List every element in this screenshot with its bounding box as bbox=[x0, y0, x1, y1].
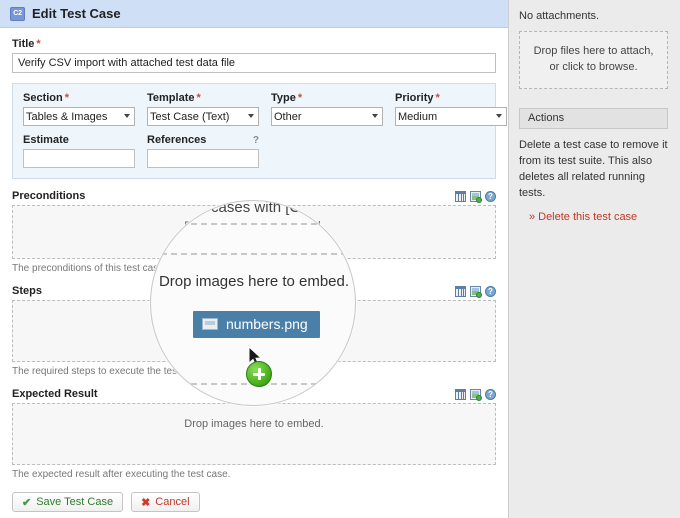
form-actions: ✔ Save Test Case ✖ Cancel bbox=[12, 492, 496, 512]
required-marker: * bbox=[36, 38, 41, 50]
references-field-group: References ? bbox=[147, 134, 259, 168]
help-icon[interactable]: ? bbox=[485, 190, 496, 202]
insert-image-icon[interactable] bbox=[470, 388, 482, 401]
attachments-dropzone[interactable]: Drop files here to attach, or click to b… bbox=[519, 31, 668, 89]
delete-test-case-label: Delete this test case bbox=[538, 210, 638, 223]
template-label-text: Template bbox=[147, 92, 195, 104]
lens-dashed-line bbox=[151, 223, 355, 225]
estimate-label: Estimate bbox=[23, 134, 69, 146]
delete-test-case-link[interactable]: » Delete this test case bbox=[529, 211, 637, 223]
chevron-right-icon: » bbox=[529, 210, 536, 223]
steps-toolbar: ? bbox=[455, 285, 496, 298]
cancel-button-label: Cancel bbox=[155, 496, 190, 508]
type-label: Type * bbox=[271, 92, 383, 104]
template-select-wrap: Test Case (Text) bbox=[147, 107, 259, 126]
references-label-text: References bbox=[147, 134, 207, 146]
expected-result-title: Expected Result bbox=[12, 388, 98, 400]
insert-image-icon[interactable] bbox=[470, 190, 482, 203]
expected-result-toolbar: ? bbox=[455, 388, 496, 401]
attachments-status: No attachments. bbox=[519, 10, 600, 22]
help-icon[interactable]: ? bbox=[485, 388, 496, 400]
preconditions-title: Preconditions bbox=[12, 190, 86, 202]
priority-field-group: Priority * Medium bbox=[395, 92, 507, 126]
attributes-row-2: Estimate References ? bbox=[23, 134, 485, 168]
references-help-icon[interactable]: ? bbox=[253, 135, 259, 146]
actions-description: Delete a test case to remove it from its… bbox=[519, 138, 668, 199]
section-select[interactable]: Tables & Images bbox=[23, 107, 135, 126]
required-marker: * bbox=[196, 92, 201, 104]
title-field-group: Title * bbox=[12, 38, 496, 73]
template-label: Template * bbox=[147, 92, 259, 104]
dragged-file-name: numbers.png bbox=[226, 316, 308, 332]
estimate-input[interactable] bbox=[23, 149, 135, 168]
insert-table-icon[interactable] bbox=[455, 190, 466, 202]
template-select[interactable]: Test Case (Text) bbox=[147, 107, 259, 126]
insert-image-icon[interactable] bbox=[470, 285, 482, 298]
priority-label-text: Priority bbox=[395, 92, 434, 104]
check-icon: ✔ bbox=[22, 496, 32, 509]
estimate-field-group: Estimate bbox=[23, 134, 135, 168]
page-header: C2 Edit Test Case bbox=[0, 0, 508, 28]
required-marker: * bbox=[64, 92, 70, 104]
required-marker: * bbox=[297, 92, 303, 104]
section-field-group: Section * Tables & Images bbox=[23, 92, 135, 126]
help-icon[interactable]: ? bbox=[485, 285, 496, 297]
type-field-group: Type * Other bbox=[271, 92, 383, 126]
insert-table-icon[interactable] bbox=[455, 285, 466, 297]
dragged-file-chip[interactable]: numbers.png bbox=[193, 311, 320, 338]
type-label-text: Type bbox=[271, 92, 296, 104]
references-input[interactable] bbox=[147, 149, 259, 168]
priority-label: Priority * bbox=[395, 92, 507, 104]
priority-select-wrap: Medium bbox=[395, 107, 507, 126]
expected-result-dropzone-text: Drop images here to embed. bbox=[184, 418, 324, 430]
main-content: C2 Edit Test Case Title* Section* bbox=[0, 0, 508, 518]
lens-dropzone-text: Drop images here to embed. bbox=[158, 273, 350, 290]
sidebar: No attachments. Drop files here to attac… bbox=[508, 0, 680, 518]
expected-result-dropzone[interactable]: Drop images here to embed. bbox=[12, 403, 496, 465]
section-label: Section * bbox=[23, 92, 135, 104]
magnifier-content: st cases with [C#] . Referer Drop images… bbox=[151, 200, 355, 405]
title-label-text: Title bbox=[12, 38, 35, 50]
title-label: Title * bbox=[12, 38, 496, 50]
title-input[interactable] bbox=[12, 53, 496, 73]
insert-table-icon[interactable] bbox=[455, 388, 466, 400]
preconditions-toolbar: ? bbox=[455, 190, 496, 203]
save-button-label: Save Test Case bbox=[36, 496, 114, 508]
lens-dashed-line bbox=[151, 253, 355, 255]
c2-app-icon: C2 bbox=[10, 6, 25, 21]
attributes-panel: Section * Tables & Images Template * Tes… bbox=[12, 83, 507, 179]
references-label: References ? bbox=[147, 134, 259, 146]
cancel-button[interactable]: ✖ Cancel bbox=[131, 492, 200, 512]
template-field-group: Template * Test Case (Text) bbox=[147, 92, 259, 126]
edit-test-case-page: C2 Edit Test Case Title* Section* bbox=[0, 0, 680, 518]
actions-panel-title: Actions bbox=[519, 107, 668, 129]
lens-fragment-left: . Referer bbox=[151, 241, 152, 253]
type-select-wrap: Other bbox=[271, 107, 383, 126]
image-file-icon bbox=[202, 318, 218, 330]
magnifier-lens: st cases with [C#] . Referer Drop images… bbox=[150, 200, 356, 406]
required-marker: * bbox=[435, 92, 440, 104]
section-label-text: Section bbox=[23, 92, 63, 104]
steps-title: Steps bbox=[12, 285, 42, 297]
page-title: Edit Test Case bbox=[32, 6, 121, 21]
drag-add-badge-icon bbox=[246, 361, 272, 387]
lens-fragment-top: st cases with [C#] bbox=[195, 200, 313, 216]
expected-result-hint: The expected result after executing the … bbox=[12, 469, 231, 480]
type-select[interactable]: Other bbox=[271, 107, 383, 126]
attributes-row-1: Section * Tables & Images Template * Tes… bbox=[23, 92, 507, 126]
save-test-case-button[interactable]: ✔ Save Test Case bbox=[12, 492, 124, 512]
cross-icon: ✖ bbox=[141, 496, 151, 509]
priority-select[interactable]: Medium bbox=[395, 107, 507, 126]
section-select-wrap: Tables & Images bbox=[23, 107, 135, 126]
